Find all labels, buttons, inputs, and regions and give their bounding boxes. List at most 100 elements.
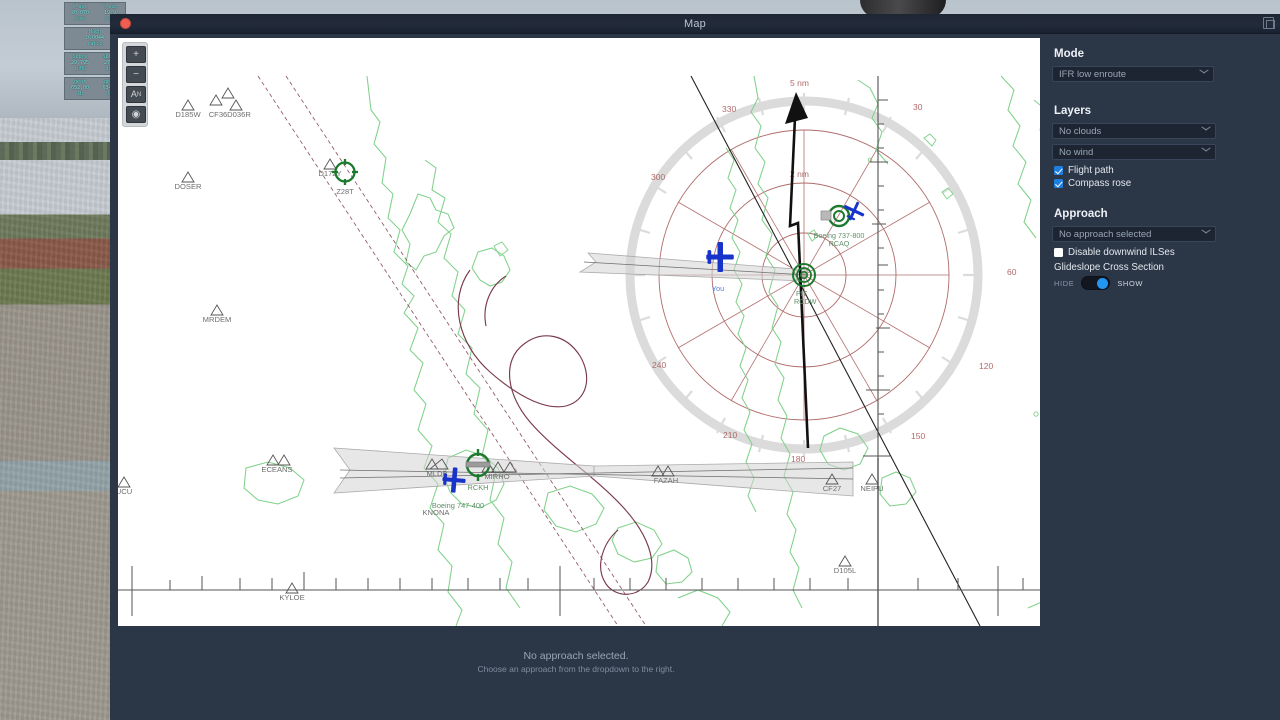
- map-graphics: 30 60 120 150 180 210 240 300 330 2 nm 5…: [118, 75, 1040, 626]
- zoom-in-icon[interactable]: +: [126, 46, 146, 63]
- hint-line-1: No approach selected.: [523, 650, 629, 662]
- waypoint-label: MIRHO: [484, 472, 509, 481]
- toggle-show-label: SHOW: [1117, 278, 1144, 288]
- toggle-knob: [1097, 278, 1109, 289]
- waypoint-marker: [181, 171, 195, 183]
- waypoint-label: CF27: [823, 484, 842, 493]
- wind-select[interactable]: No wind: [1052, 144, 1216, 160]
- airport-marker: [820, 204, 851, 228]
- disable-ils-checkbox[interactable]: [1054, 248, 1063, 257]
- coastline-layer: [243, 75, 1040, 626]
- compass-rose-label: Compass rose: [1068, 178, 1132, 189]
- map-canvas[interactable]: 30 60 120 150 180 210 240 300 330 2 nm 5…: [118, 38, 1040, 626]
- airport-label: RCAQ: [829, 239, 850, 248]
- compass-label: 210: [723, 430, 737, 440]
- dataout-cell: f-act 20.070/sec: [70, 4, 90, 22]
- airport-label: RCKH: [468, 483, 489, 492]
- aircraft-type-label: Boeing 747-400: [432, 501, 484, 510]
- horizontal-scale-ruler: [118, 566, 1040, 616]
- waypoint-labels: D185W CF36 D036R D172Y DOSER MRDEM UCU K…: [118, 110, 884, 602]
- resize-icon[interactable]: [1263, 17, 1275, 29]
- hint-line-2: Choose an approach from the dropdown to …: [477, 664, 675, 674]
- map-window: Map 30 60 120 150 180 210 240 300 330 2 …: [110, 14, 1280, 720]
- north-up-sup: N: [136, 91, 142, 98]
- disable-ils-checkbox-row[interactable]: Disable downwind ILSes: [1054, 247, 1268, 258]
- compass-rose-checkbox-row[interactable]: Compass rose: [1054, 178, 1268, 189]
- compass-label: 60: [1007, 267, 1017, 277]
- airport-label: Z28T: [336, 187, 354, 196]
- toggle-hide-label: HIDE: [1054, 278, 1075, 288]
- approach-hint: No approach selected. Choose an approach…: [110, 650, 1042, 674]
- waypoint-label: KYLOE: [279, 593, 304, 602]
- window-title: Map: [684, 17, 706, 30]
- window-titlebar[interactable]: Map: [110, 14, 1280, 34]
- waypoint-marker: [209, 94, 223, 106]
- waypoint-label: FAZAH: [654, 476, 678, 485]
- waypoint-marker: [181, 99, 195, 111]
- airway-routes: [257, 75, 647, 626]
- waypoint-label: D036R: [227, 110, 251, 119]
- waypoint-label: ECEANS: [261, 465, 292, 474]
- app-root: f-act20.070/sec f-sim19.9/sec Mach0.0044…: [0, 0, 1280, 720]
- waypoint-label: NEIPU: [860, 484, 883, 493]
- zoom-out-icon[interactable]: −: [126, 66, 146, 83]
- chevron-down-icon: [1202, 149, 1210, 154]
- chevron-down-icon: [1202, 128, 1210, 133]
- approach-heading: Approach: [1054, 208, 1108, 220]
- waypoint-marker: [118, 476, 131, 488]
- wind-select-value: No wind: [1059, 146, 1094, 158]
- waypoint-label: D185W: [175, 110, 201, 119]
- waypoint-marker: [229, 99, 243, 111]
- range-label: 5 nm: [790, 78, 809, 88]
- user-aircraft-label: You: [712, 284, 724, 293]
- glideslope-toggle-row[interactable]: HIDE SHOW: [1054, 276, 1268, 290]
- close-icon[interactable]: [120, 18, 131, 29]
- waypoint-label: MRDEM: [203, 315, 232, 324]
- waypoint-marker: [210, 304, 224, 316]
- glideslope-toggle[interactable]: [1081, 276, 1111, 290]
- mode-select-value: IFR low enroute: [1059, 68, 1127, 80]
- approach-select-value: No approach selected: [1059, 228, 1152, 240]
- chevron-down-icon: [1202, 231, 1210, 236]
- compass-rose-checkbox[interactable]: [1054, 179, 1063, 188]
- clouds-select[interactable]: No clouds: [1052, 123, 1216, 139]
- center-map-icon[interactable]: ◉: [126, 106, 146, 123]
- approach-select[interactable]: No approach selected: [1052, 226, 1216, 242]
- chevron-down-icon: [1200, 71, 1208, 76]
- airport-label: RCDW: [794, 297, 817, 306]
- airport-marker: [332, 159, 358, 185]
- aircraft-icon: [843, 201, 865, 221]
- compass-bearing-labels: 30 60 120 150 180 210 240 300 330: [651, 102, 1017, 464]
- north-up-icon[interactable]: AN: [126, 86, 146, 103]
- flight-path-label: Flight path: [1068, 165, 1114, 176]
- flight-path-checkbox[interactable]: [1054, 166, 1063, 175]
- compass-label: 150: [911, 431, 925, 441]
- flight-path-checkbox-row[interactable]: Flight path: [1054, 165, 1268, 176]
- mode-heading: Mode: [1054, 48, 1085, 60]
- ils-corridors: [333, 252, 854, 497]
- compass-label: 300: [651, 172, 665, 182]
- waypoint-marker: [221, 87, 235, 99]
- layers-heading: Layers: [1054, 105, 1092, 117]
- map-tool-buttons[interactable]: + − AN ◉: [122, 42, 148, 127]
- waypoint-marker: [838, 555, 852, 567]
- waypoint-marker: [285, 582, 299, 594]
- compass-label: 240: [652, 360, 666, 370]
- compass-label: 30: [913, 102, 923, 112]
- disable-ils-label: Disable downwind ILSes: [1068, 247, 1175, 258]
- dataout-cell: gear 652.00 lb: [70, 79, 90, 97]
- compass-label: 330: [722, 104, 736, 114]
- tree-line: [0, 142, 120, 160]
- compass-label: 120: [979, 361, 993, 371]
- waypoint-marker: [865, 473, 879, 485]
- waypoint-label: CF36: [209, 110, 228, 119]
- mode-select[interactable]: IFR low enroute: [1052, 66, 1214, 82]
- waypoint-marker: [277, 454, 291, 466]
- waypoint-marker: [323, 158, 337, 170]
- dataout-cell: SLprs 29.795 inHG: [70, 54, 90, 72]
- waypoint-label: UCU: [118, 487, 132, 496]
- glideslope-label: Glideslope Cross Section: [1054, 262, 1164, 273]
- clouds-select-value: No clouds: [1059, 125, 1102, 137]
